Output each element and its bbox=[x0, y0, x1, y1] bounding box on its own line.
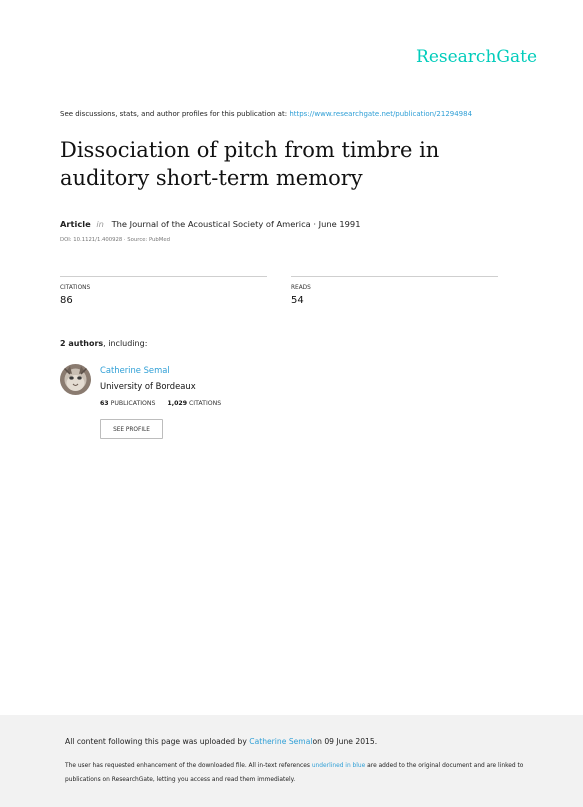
author-publications-count: 63 bbox=[100, 400, 109, 407]
footer-note-prefix: The user has requested enhancement of th… bbox=[65, 763, 310, 769]
authors-heading: 2 authors, including: bbox=[60, 339, 147, 348]
footer-upload-line: All content following this page was uplo… bbox=[65, 737, 377, 746]
footer: All content following this page was uplo… bbox=[0, 715, 583, 807]
paper-title: Dissociation of pitch from timbre in aud… bbox=[60, 138, 440, 190]
author-photo-icon bbox=[60, 364, 91, 395]
discussion-line: See discussions, stats, and author profi… bbox=[60, 110, 472, 118]
author-publications-label: PUBLICATIONS bbox=[110, 400, 156, 407]
author-stats: 63 PUBLICATIONS 1,029 CITATIONS bbox=[100, 400, 221, 407]
researchgate-logo[interactable]: ResearchGate bbox=[416, 47, 537, 67]
paper-kind: Article bbox=[60, 219, 91, 229]
paper-doi: DOI: 10.1121/1.400928 · Source: PubMed bbox=[60, 237, 170, 243]
footer-enhancement-note: The user has requested enhancement of th… bbox=[65, 759, 535, 787]
discussion-text: See discussions, stats, and author profi… bbox=[60, 110, 288, 118]
citations-label: CITATIONS bbox=[60, 285, 91, 291]
footer-upload-prefix: All content following this page was uplo… bbox=[65, 737, 247, 746]
avatar[interactable] bbox=[60, 364, 91, 395]
author-citations-count: 1,029 bbox=[167, 400, 187, 407]
citations-stat: CITATIONS 86 bbox=[60, 276, 267, 306]
footer-upload-suffix: on 09 June 2015. bbox=[312, 737, 378, 746]
see-profile-button[interactable]: SEE PROFILE bbox=[100, 419, 163, 439]
author-name-link[interactable]: Catherine Semal bbox=[100, 365, 170, 375]
author-affiliation: University of Bordeaux bbox=[100, 381, 196, 391]
citations-value: 86 bbox=[60, 295, 73, 306]
authors-suffix: , including: bbox=[103, 339, 148, 348]
paper-in-label: in bbox=[96, 219, 104, 229]
paper-meta: Article in The Journal of the Acoustical… bbox=[60, 219, 360, 229]
author-citations-label: CITATIONS bbox=[188, 400, 222, 407]
reads-label: READS bbox=[291, 285, 311, 291]
footer-underlined-link[interactable]: underlined in blue bbox=[312, 763, 365, 769]
reads-stat: READS 54 bbox=[291, 276, 498, 306]
publication-link[interactable]: https://www.researchgate.net/publication… bbox=[289, 110, 472, 118]
footer-author-link[interactable]: Catherine Semal bbox=[249, 737, 312, 746]
paper-venue: The Journal of the Acoustical Society of… bbox=[111, 219, 361, 229]
reads-value: 54 bbox=[291, 295, 304, 306]
authors-count: 2 authors bbox=[60, 339, 104, 348]
